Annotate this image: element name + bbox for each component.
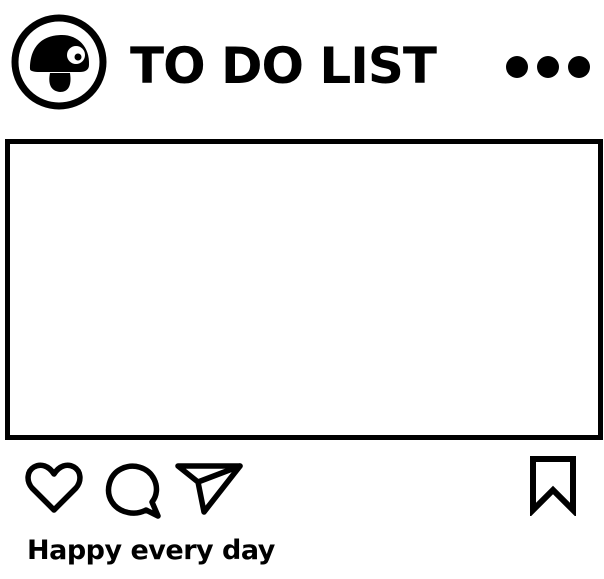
heart-icon [25, 462, 83, 513]
avatar[interactable] [10, 13, 108, 111]
bookmark-icon [530, 456, 576, 518]
comment-bubble-icon [105, 463, 161, 519]
post-image [5, 139, 603, 440]
share-button[interactable] [174, 460, 244, 516]
post-caption: Happy every day [27, 535, 275, 566]
comment-button[interactable] [102, 458, 164, 520]
paper-plane-icon [175, 463, 243, 515]
like-button[interactable] [24, 460, 84, 516]
save-button[interactable] [528, 454, 578, 518]
more-options-button[interactable] [504, 52, 592, 82]
more-options-icon [506, 56, 590, 78]
page-title: TO DO LIST [130, 37, 437, 95]
mushroom-icon [11, 14, 107, 110]
